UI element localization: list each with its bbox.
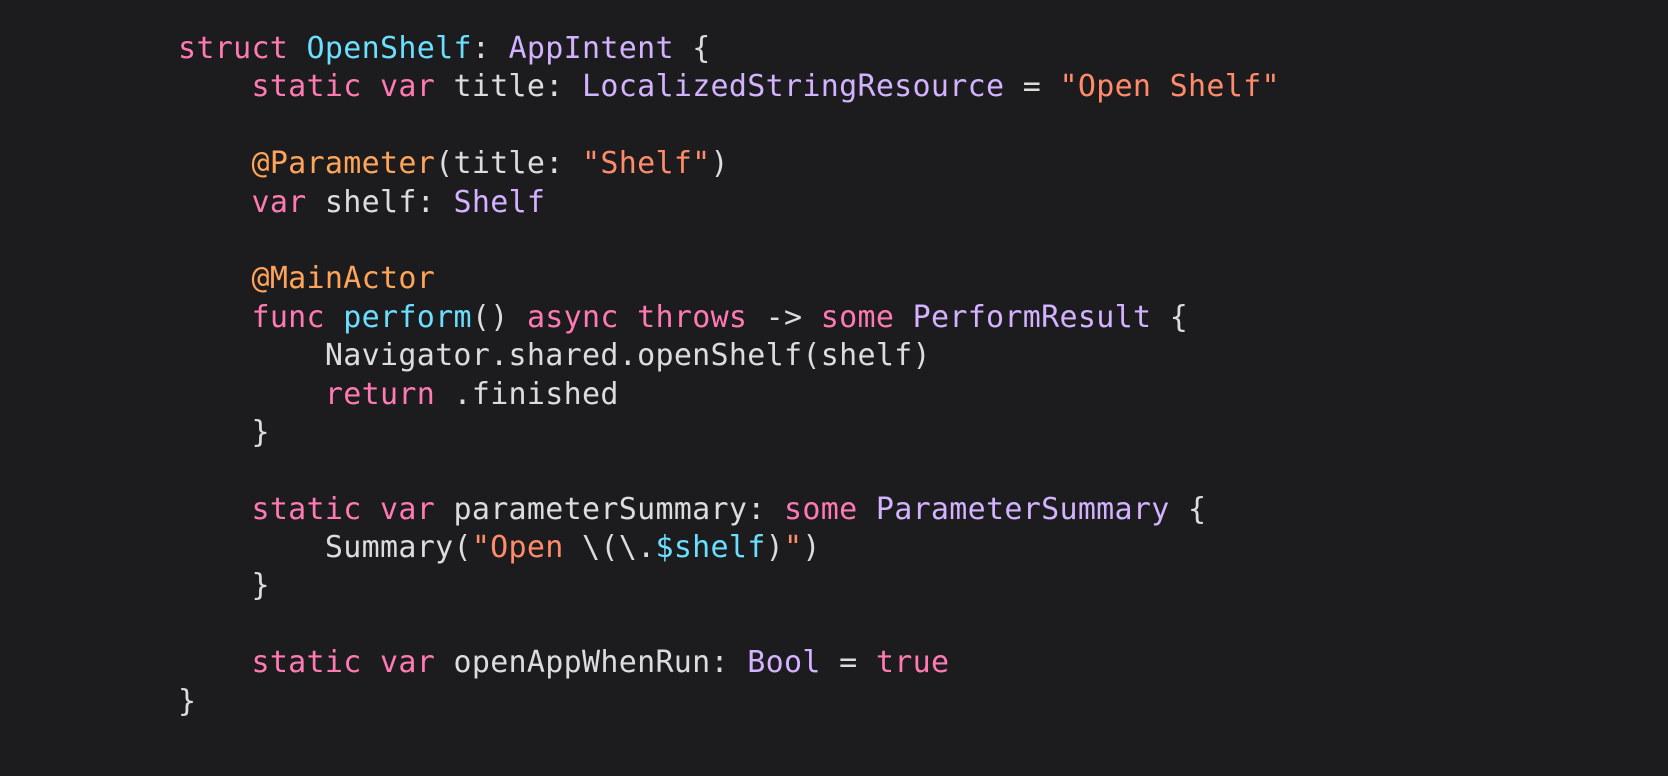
kw-static: static [251,492,361,527]
fn-summary: Summary [325,530,454,565]
id-shelf: shelf [325,185,417,220]
lbrace: { [1170,300,1188,335]
lparen: ( [453,530,471,565]
rparen: ) [913,338,931,373]
dot: . [619,338,637,373]
string-open-prefix: "Open [472,530,582,565]
kw-static: static [251,645,361,680]
kw-some: some [821,300,894,335]
colon: : [472,31,490,66]
eq: = [1023,69,1041,104]
type-bool: Bool [747,645,820,680]
kw-var: var [380,69,435,104]
id-shared: shared [509,338,619,373]
kw-var: var [251,185,306,220]
type-performresult: PerformResult [913,300,1152,335]
string-open-shelf: "Open Shelf" [1059,69,1279,104]
fn-openshelf: openShelf [637,338,802,373]
lbrace: { [692,31,710,66]
colon: : [545,146,563,181]
id-openappwhenrun: openAppWhenRun [453,645,710,680]
arrow: -> [766,300,803,335]
dot: . [453,377,471,412]
kw-true: true [876,645,949,680]
kw-func: func [251,300,324,335]
string-open-suffix: " [784,530,802,565]
arg-title: title [453,146,545,181]
rbrace: } [178,684,196,719]
interp-keypath: \. [619,530,656,565]
rbrace: } [251,415,269,450]
kw-var: var [380,492,435,527]
lparen: ( [435,146,453,181]
kw-static: static [251,69,361,104]
rparen: ) [490,300,508,335]
kw-async: async [527,300,619,335]
interp-close: ) [766,530,784,565]
colon: : [545,69,563,104]
interp-ref-shelf: $shelf [655,530,765,565]
eq: = [839,645,857,680]
colon: : [711,645,729,680]
lparen: ( [472,300,490,335]
string-shelf: "Shelf" [582,146,711,181]
attr-parameter: @Parameter [251,146,435,181]
id-navigator: Navigator [325,338,490,373]
kw-return: return [325,377,435,412]
kw-struct: struct [178,31,288,66]
colon: : [417,185,435,220]
id-finished: finished [472,377,619,412]
type-openshelf: OpenShelf [307,31,472,66]
lbrace: { [1188,492,1206,527]
kw-throws: throws [637,300,747,335]
interp-open: \( [582,530,619,565]
type-parametersummary: ParameterSummary [876,492,1170,527]
colon: : [747,492,765,527]
id-title: title [453,69,545,104]
type-lsr: LocalizedStringResource [582,69,1004,104]
kw-some: some [784,492,857,527]
type-shelf: Shelf [453,185,545,220]
fn-perform: perform [343,300,472,335]
code-block: struct OpenShelf: AppIntent { static var… [0,0,1668,721]
dot: . [490,338,508,373]
rparen: ) [802,530,820,565]
rparen: ) [711,146,729,181]
type-appintent: AppIntent [509,31,674,66]
id-parametersummary: parameterSummary [453,492,747,527]
arg-shelf: shelf [821,338,913,373]
attr-mainactor: @MainActor [251,261,435,296]
kw-var: var [380,645,435,680]
rbrace: } [251,568,269,603]
lparen: ( [802,338,820,373]
